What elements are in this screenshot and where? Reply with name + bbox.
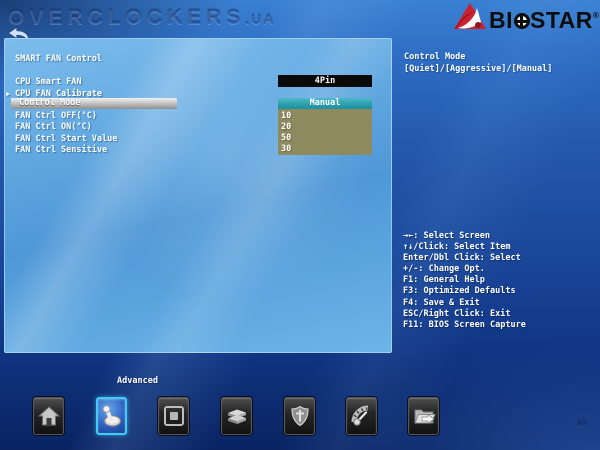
menu-item-control-mode[interactable]: Control Mode xyxy=(19,98,80,109)
version-code: AB xyxy=(577,418,587,427)
help-item-options: [Quiet]/[Aggressive]/[Manual] xyxy=(404,63,553,74)
save-exit-folder-icon xyxy=(413,409,436,425)
value-fan-ctrl-sensitive[interactable]: 30 xyxy=(281,144,291,155)
chipset-icon xyxy=(163,406,184,426)
help-item-title: Control Mode xyxy=(404,52,466,62)
value-control-mode[interactable]: Manual xyxy=(278,98,372,109)
hint-general-help: F1: General Help xyxy=(403,275,485,286)
hint-screen-capture: F11: BIOS Screen Capture xyxy=(403,319,526,330)
security-shield-icon xyxy=(290,405,309,427)
biostar-logo: BI STAR® xyxy=(453,3,599,33)
storage-drives-icon xyxy=(227,409,246,424)
hint-opt-defaults: F3: Optimized Defaults xyxy=(403,286,516,297)
dock-item-security[interactable] xyxy=(284,397,315,435)
hint-change-opt: +/-: Change Opt. xyxy=(403,264,485,275)
menu-item-fan-ctrl-sensitive[interactable]: FAN Ctrl Sensitive xyxy=(15,145,107,156)
biostar-triangle-icon xyxy=(454,3,486,29)
watermark-suffix: .UA xyxy=(245,11,276,27)
dock-active-label: Advanced xyxy=(117,376,158,386)
page-title: SMART FAN Control xyxy=(15,54,102,64)
registered-mark: ® xyxy=(592,11,599,20)
bios-screen: OVERCLOCKERS.UA BI STAR® SMART FAN Contro… xyxy=(0,0,600,450)
menu-item-fan-ctrl-off[interactable]: FAN Ctrl OFF(°C) xyxy=(15,111,97,122)
value-fan-ctrl-off[interactable]: 10 xyxy=(281,111,291,122)
value-column-box: Manual 10 20 50 30 xyxy=(278,98,372,155)
submenu-arrow-icon: ▶ xyxy=(6,90,11,98)
hint-select-screen: →←: Select Screen xyxy=(403,231,490,241)
hint-esc-exit: ESC/Right Click: Exit xyxy=(403,308,511,319)
watermark-text: OVERCLOCKERS xyxy=(8,6,246,29)
main-panel: SMART FAN Control CPU Smart FAN ▶ CPU FA… xyxy=(4,38,392,353)
home-icon xyxy=(37,406,60,426)
dock-item-monitor[interactable] xyxy=(346,397,377,435)
dock-item-main[interactable] xyxy=(33,397,64,435)
hw-monitor-gauge-icon xyxy=(351,405,368,426)
biostar-o-star-icon xyxy=(513,13,530,29)
value-fan-ctrl-on[interactable]: 20 xyxy=(281,122,291,133)
value-cpu-smart-fan[interactable]: 4Pin xyxy=(278,74,372,87)
hint-save-exit: F4: Save & Exit xyxy=(403,297,480,308)
advanced-toggle-icon xyxy=(102,405,121,427)
dock-item-advanced[interactable] xyxy=(96,397,127,435)
biostar-wordmark: BI STAR® xyxy=(489,7,599,33)
dock-item-chipset[interactable] xyxy=(158,397,189,435)
menu-item-fan-ctrl-start-value[interactable]: FAN Ctrl Start Value xyxy=(15,134,117,145)
hint-select-item: ↑↓/Click: Select Item xyxy=(403,242,511,253)
dock-item-storage[interactable] xyxy=(221,397,252,435)
overclockers-watermark: OVERCLOCKERS.UA xyxy=(8,6,275,30)
value-fan-ctrl-start-value[interactable]: 50 xyxy=(281,133,291,144)
hint-enter-select: Enter/Dbl Click: Select xyxy=(403,253,521,264)
selected-row-highlight[interactable]: Control Mode xyxy=(11,97,177,109)
menu-item-cpu-smart-fan[interactable]: CPU Smart FAN xyxy=(15,77,82,88)
key-hints: →←: Select Screen ↑↓/Click: Select Item … xyxy=(403,231,526,331)
dock-item-save-exit[interactable] xyxy=(408,397,439,435)
menu-item-fan-ctrl-on[interactable]: FAN Ctrl ON(°C) xyxy=(15,122,92,133)
